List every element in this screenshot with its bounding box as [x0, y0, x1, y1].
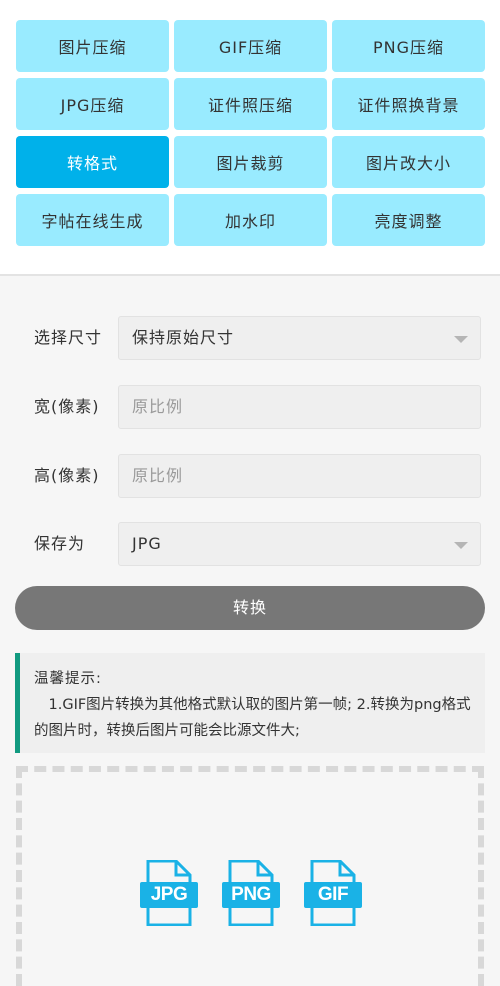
tool-image-compress[interactable]: 图片压缩	[16, 20, 169, 72]
convert-button[interactable]: 转换	[15, 586, 485, 630]
tool-id-photo-compress[interactable]: 证件照压缩	[174, 78, 327, 130]
height-row: 高(像素) 原比例	[0, 454, 500, 498]
gif-badge-label: GIF	[317, 884, 349, 905]
gif-file-icon: GIF	[304, 860, 362, 926]
width-input[interactable]: 原比例	[118, 385, 481, 429]
size-label: 选择尺寸	[34, 328, 103, 347]
tool-jpg-compress[interactable]: JPG压缩	[16, 78, 169, 130]
format-label: 保存为	[34, 534, 86, 553]
tool-panel: 图片压缩 GIF压缩 PNG压缩 JPG压缩 证件照压缩 证件照换背景 转格式 …	[0, 0, 500, 276]
chevron-down-icon	[454, 542, 468, 549]
tool-brightness[interactable]: 亮度调整	[332, 194, 485, 246]
chevron-down-icon	[454, 336, 468, 343]
size-row: 选择尺寸 保持原始尺寸	[0, 316, 500, 360]
tool-convert-format[interactable]: 转格式	[16, 136, 169, 188]
tool-gif-compress[interactable]: GIF压缩	[174, 20, 327, 72]
tool-png-compress[interactable]: PNG压缩	[332, 20, 485, 72]
jpg-badge-label: JPG	[150, 884, 188, 905]
tool-image-crop[interactable]: 图片裁剪	[174, 136, 327, 188]
tool-image-resize[interactable]: 图片改大小	[332, 136, 485, 188]
tip-box: 温馨提示: 1.GIF图片转换为其他格式默认取的图片第一帧; 2.转换为png格…	[15, 653, 485, 753]
height-label: 高(像素)	[34, 466, 100, 485]
format-row: 保存为 JPG	[0, 522, 500, 566]
format-select[interactable]: JPG	[118, 522, 481, 566]
height-input[interactable]: 原比例	[118, 454, 481, 498]
width-label: 宽(像素)	[34, 397, 100, 416]
jpg-file-icon: JPG	[140, 860, 198, 926]
width-row: 宽(像素) 原比例	[0, 385, 500, 429]
png-badge-label: PNG	[231, 884, 271, 905]
tool-watermark[interactable]: 加水印	[174, 194, 327, 246]
tip-body: 1.GIF图片转换为其他格式默认取的图片第一帧; 2.转换为png格式的图片时，…	[34, 697, 471, 739]
size-select[interactable]: 保持原始尺寸	[118, 316, 481, 360]
tool-id-photo-background[interactable]: 证件照换背景	[332, 78, 485, 130]
format-badges: JPG PNG GIF	[140, 860, 362, 926]
png-file-icon: PNG	[222, 860, 280, 926]
size-select-value: 保持原始尺寸	[132, 328, 235, 347]
format-select-value: JPG	[132, 534, 162, 553]
tool-copybook-generator[interactable]: 字帖在线生成	[16, 194, 169, 246]
tip-title: 温馨提示:	[34, 671, 102, 687]
tool-grid: 图片压缩 GIF压缩 PNG压缩 JPG压缩 证件照压缩 证件照换背景 转格式 …	[16, 20, 485, 246]
